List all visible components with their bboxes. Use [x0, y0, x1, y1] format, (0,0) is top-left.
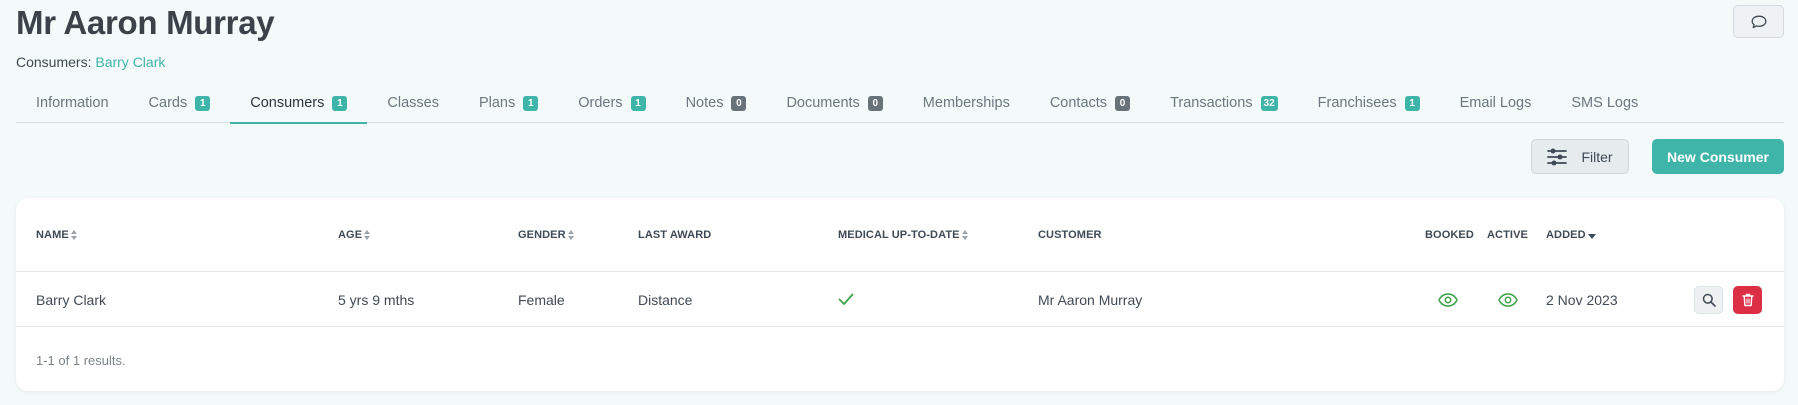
cell-age: 5 yrs 9 mths [338, 291, 415, 308]
column-header-gender[interactable]: Gender [518, 198, 575, 272]
column-label: Medical Up-To-Date [838, 229, 960, 241]
eye-icon [1498, 292, 1518, 307]
tab-memberships[interactable]: Memberships [903, 83, 1030, 123]
breadcrumb-label: Consumers: [16, 54, 92, 70]
column-label: Name [36, 229, 69, 241]
tab-label: Plans [478, 95, 516, 111]
cell-added: 2 Nov 2023 [1546, 291, 1618, 308]
tab-label: Transactions [1170, 95, 1253, 111]
column-label: Gender [518, 229, 566, 241]
cell-booked[interactable] [1438, 272, 1458, 327]
breadcrumb-link[interactable]: Barry Clark [95, 54, 165, 70]
cell-gender: Female [518, 291, 565, 308]
filter-button[interactable]: Filter [1531, 139, 1629, 174]
sliders-icon [1547, 148, 1568, 165]
tab-label: Email Logs [1459, 95, 1532, 111]
column-label: Booked [1425, 229, 1474, 241]
sort-icon [961, 229, 969, 241]
cell-medical [838, 272, 854, 327]
tab-transactions[interactable]: Transactions 32 [1150, 83, 1298, 123]
new-consumer-button[interactable]: New Consumer [1652, 139, 1784, 174]
tab-email-logs[interactable]: Email Logs [1440, 83, 1552, 123]
cell-customer: Mr Aaron Murray [1038, 291, 1143, 308]
cell-name: Barry Clark [36, 291, 107, 308]
cell-last-award: Distance [638, 291, 693, 308]
tab-label: Notes [685, 95, 724, 111]
tab-sms-logs[interactable]: SMS Logs [1551, 83, 1658, 123]
filter-label: Filter [1581, 148, 1613, 165]
sort-icon [364, 229, 371, 241]
breadcrumb: Consumers: Barry Clark [16, 54, 165, 70]
column-label: Age [338, 229, 363, 241]
column-header-last-award: Last Award [638, 198, 711, 272]
column-header-medical[interactable]: Medical Up-To-Date [838, 198, 969, 272]
count-badge: 0 [1115, 95, 1131, 111]
tab-label: Memberships [922, 95, 1010, 111]
column-header-active: Active [1487, 198, 1528, 272]
count-badge: 1 [1404, 95, 1420, 111]
tab-orders[interactable]: Orders 1 [558, 83, 665, 123]
column-header-customer: Customer [1038, 198, 1102, 272]
sort-icon [70, 229, 78, 241]
chat-bubble-icon [1751, 15, 1766, 28]
tab-label: Cards [148, 95, 188, 111]
tab-franchisees[interactable]: Franchisees 1 [1298, 83, 1440, 123]
count-badge: 1 [523, 95, 539, 111]
count-badge: 0 [731, 95, 747, 111]
count-badge: 1 [195, 95, 211, 111]
consumers-table-card: Name Age Gender Last Award Medical Up-To… [16, 198, 1784, 391]
results-summary: 1-1 of 1 results. [36, 353, 126, 368]
tab-label: Franchisees [1317, 95, 1397, 111]
tab-classes[interactable]: Classes [367, 83, 459, 123]
tab-cards[interactable]: Cards 1 [129, 83, 231, 123]
tab-bar: Information Cards 1 Consumers 1 Classes Pl… [16, 83, 1784, 124]
tab-label: Orders [578, 95, 623, 111]
count-badge: 0 [867, 95, 883, 111]
column-header-booked: Booked [1425, 198, 1474, 272]
tab-consumers[interactable]: Consumers 1 [230, 83, 368, 124]
count-badge: 32 [1260, 95, 1278, 111]
search-icon [1702, 293, 1716, 307]
check-icon [838, 293, 854, 305]
tab-information[interactable]: Information [16, 83, 129, 123]
eye-icon [1438, 292, 1458, 307]
tab-label: Contacts [1049, 95, 1108, 111]
tab-notes[interactable]: Notes 0 [666, 83, 767, 123]
delete-consumer-button[interactable] [1733, 286, 1762, 314]
tab-label: Documents [786, 95, 860, 111]
sort-desc-icon [1587, 234, 1596, 239]
column-label: Added [1546, 229, 1586, 241]
tab-label: Classes [387, 95, 439, 111]
table-row: Barry Clark 5 yrs 9 mths Female Distance… [16, 272, 1784, 327]
tab-label: SMS Logs [1571, 95, 1639, 111]
tab-contacts[interactable]: Contacts 0 [1030, 83, 1150, 123]
tab-documents[interactable]: Documents 0 [766, 83, 902, 123]
column-label: Customer [1038, 229, 1102, 241]
tab-label: Consumers [250, 95, 325, 111]
column-header-age[interactable]: Age [338, 198, 371, 272]
cell-active[interactable] [1498, 272, 1518, 327]
comments-button[interactable] [1733, 5, 1784, 38]
tab-label: Information [36, 95, 109, 111]
sort-icon [567, 229, 575, 241]
column-header-added[interactable]: Added [1546, 198, 1596, 272]
count-badge: 1 [332, 95, 348, 111]
column-header-name[interactable]: Name [36, 198, 78, 272]
count-badge: 1 [630, 95, 646, 111]
table-header: Name Age Gender Last Award Medical Up-To… [16, 198, 1784, 272]
tab-plans[interactable]: Plans 1 [459, 83, 558, 123]
trash-icon [1741, 293, 1754, 307]
column-label: Active [1487, 229, 1528, 241]
view-consumer-button[interactable] [1694, 286, 1723, 314]
page-title: Mr Aaron Murray [16, 4, 275, 41]
column-label: Last Award [638, 229, 712, 241]
